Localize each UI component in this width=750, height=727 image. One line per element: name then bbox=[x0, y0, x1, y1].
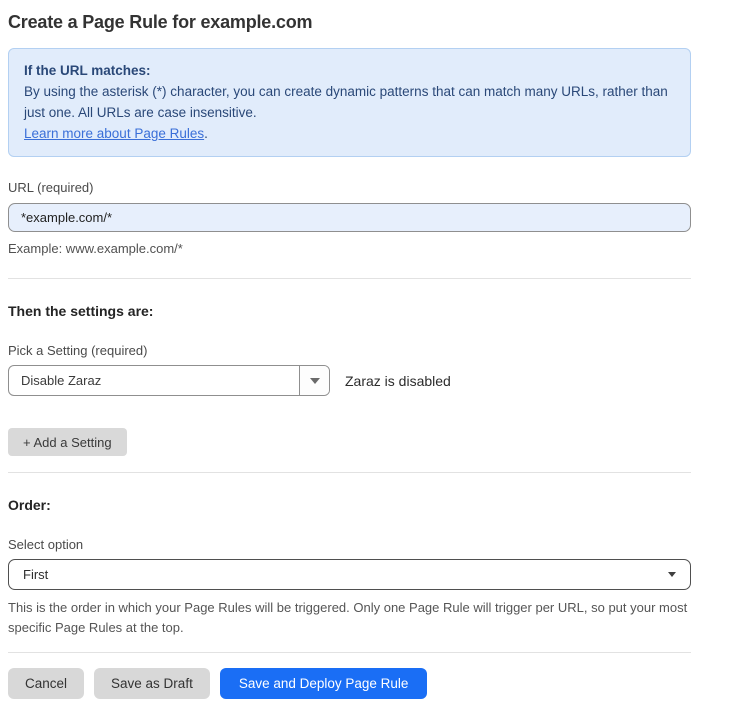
action-buttons-row: Cancel Save as Draft Save and Deploy Pag… bbox=[8, 668, 691, 699]
order-select-label: Select option bbox=[8, 537, 691, 552]
divider bbox=[8, 652, 691, 653]
divider bbox=[8, 472, 691, 473]
setting-status-text: Zaraz is disabled bbox=[345, 373, 451, 389]
save-draft-button[interactable]: Save as Draft bbox=[94, 668, 210, 699]
setting-select-arrow-button[interactable] bbox=[299, 366, 329, 395]
url-match-info-box: If the URL matches: By using the asteris… bbox=[8, 48, 691, 157]
url-field-helper: Example: www.example.com/* bbox=[8, 241, 691, 256]
cancel-button[interactable]: Cancel bbox=[8, 668, 84, 699]
pick-setting-label: Pick a Setting (required) bbox=[8, 343, 691, 358]
chevron-down-icon bbox=[310, 378, 320, 384]
info-box-link-line: Learn more about Page Rules. bbox=[24, 123, 675, 144]
order-section-heading: Order: bbox=[8, 497, 691, 513]
url-field-label: URL (required) bbox=[8, 180, 691, 195]
info-box-heading: If the URL matches: bbox=[24, 60, 675, 81]
page-title: Create a Page Rule for example.com bbox=[8, 12, 691, 33]
setting-select-value: Disable Zaraz bbox=[9, 366, 299, 395]
settings-section-heading: Then the settings are: bbox=[8, 303, 691, 319]
setting-select[interactable]: Disable Zaraz bbox=[8, 365, 330, 396]
url-input[interactable] bbox=[8, 203, 691, 232]
order-select-value: First bbox=[23, 567, 48, 582]
order-helper-text: This is the order in which your Page Rul… bbox=[8, 598, 688, 638]
add-setting-button[interactable]: + Add a Setting bbox=[8, 428, 127, 456]
save-deploy-button[interactable]: Save and Deploy Page Rule bbox=[220, 668, 428, 699]
setting-picker-row: Disable Zaraz Zaraz is disabled bbox=[8, 365, 691, 396]
chevron-down-icon bbox=[668, 572, 676, 577]
divider bbox=[8, 278, 691, 279]
learn-more-link[interactable]: Learn more about Page Rules bbox=[24, 126, 204, 141]
page-rule-form: Create a Page Rule for example.com If th… bbox=[0, 0, 750, 727]
order-select[interactable]: First bbox=[8, 559, 691, 590]
link-period: . bbox=[204, 126, 208, 141]
info-box-body: By using the asterisk (*) character, you… bbox=[24, 81, 675, 123]
